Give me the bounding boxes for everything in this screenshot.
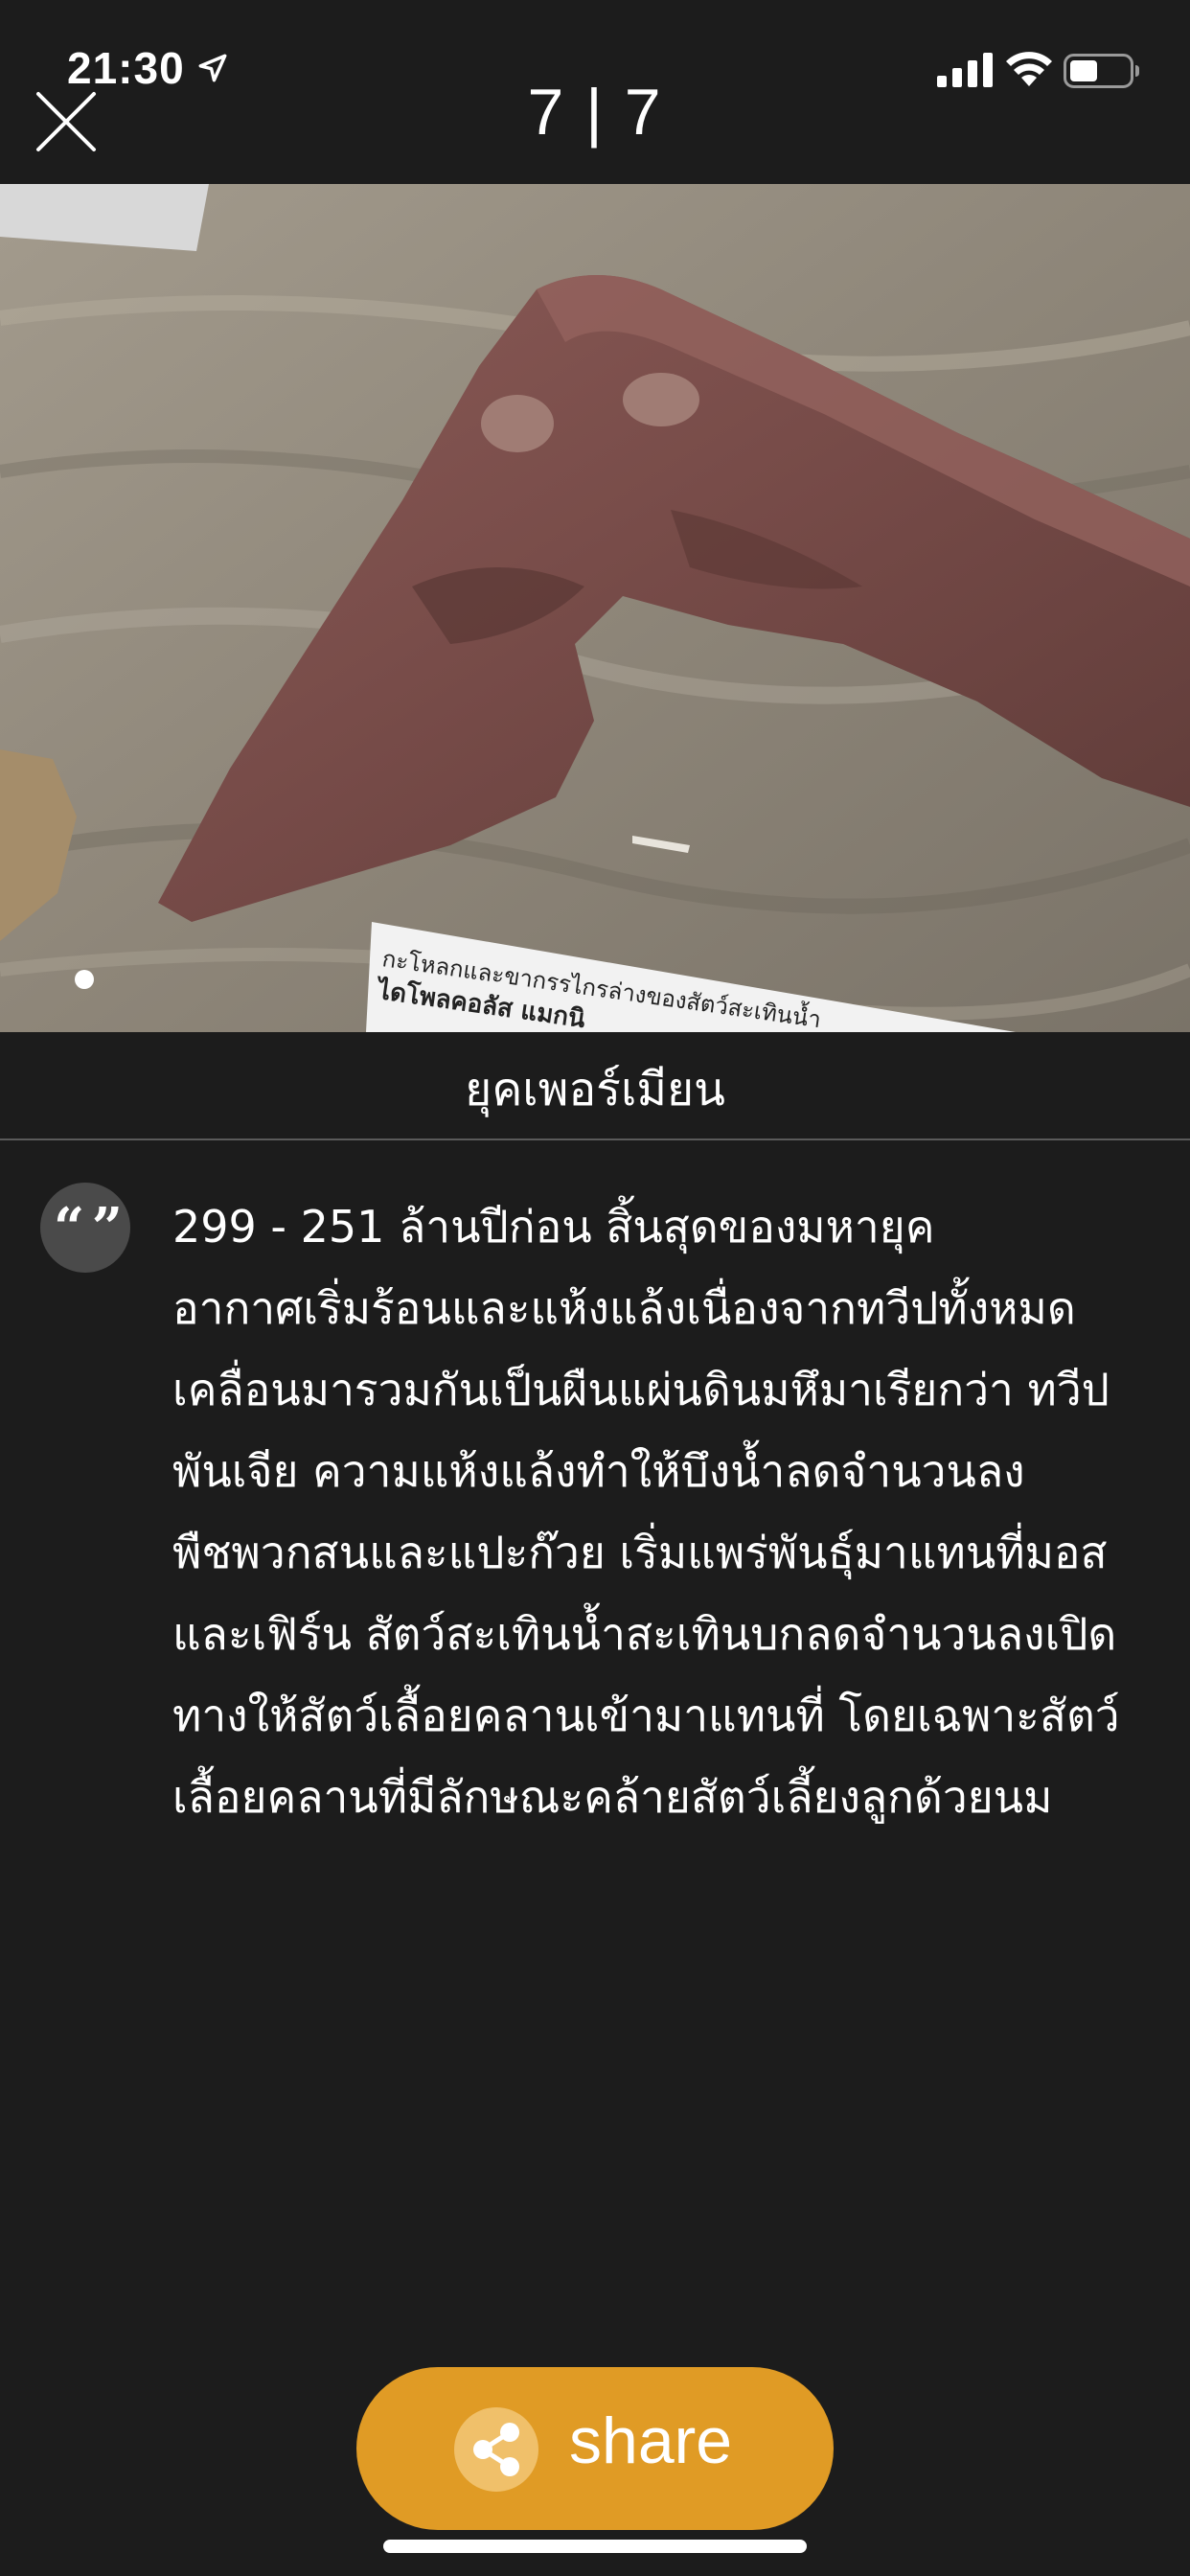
close-button[interactable] (33, 88, 100, 155)
description-line: พันเจีย ความแห้งแล้งทำให้บึงน้ำลดจำนวนลง (172, 1445, 1025, 1497)
fossil-photo[interactable]: กะโหลกและขากรรไกรล่างของสัตว์สะเทินน้ำ ไ… (0, 184, 1190, 1032)
description-line: ทางให้สัตว์เลื้อยคลานเข้ามาแทนที่ โดยเฉพ… (172, 1690, 1120, 1741)
description-line: อากาศเริ่มร้อนและแห้งแล้งเนื่องจากทวีปทั… (172, 1282, 1076, 1334)
era-title: ยุคเพอร์เมียน (465, 1063, 725, 1116)
share-icon (454, 2407, 538, 2492)
era-description: 299 - 251 ล้านปีก่อน สิ้นสุดของมหายุค อา… (172, 1186, 1150, 1838)
share-button[interactable]: share (356, 2367, 834, 2530)
quote-icon: “ ” (40, 1183, 130, 1273)
location-arrow-icon (198, 54, 227, 82)
signal-bars-icon (937, 53, 993, 87)
home-indicator[interactable] (383, 2540, 807, 2553)
description-line: และเฟิร์น สัตว์สะเทินน้ำสะเทินบกลดจำนวนล… (172, 1608, 1117, 1660)
era-header: ยุคเพอร์เมียน (0, 1032, 1190, 1140)
description-line: พืชพวกสนและแปะก๊วย เริ่มแพร่พันธุ์มาแทนท… (172, 1527, 1108, 1578)
fossil-skull-photo: กะโหลกและขากรรไกรล่างของสัตว์สะเทินน้ำ ไ… (0, 184, 1190, 1032)
description-line: 299 - 251 ล้านปีก่อน สิ้นสุดของมหายุค (172, 1201, 935, 1253)
battery-icon (1064, 54, 1139, 88)
carousel-dot[interactable] (75, 970, 94, 989)
description-line: เคลื่อนมารวมกันเป็นผืนแผ่นดินมหึมาเรียกว… (172, 1364, 1110, 1415)
quote-glyph: “ ” (54, 1196, 123, 1259)
description-line: เลื้อยคลานที่มีลักษณะคล้ายสัตว์เลี้ยงลูก… (172, 1771, 1053, 1823)
wifi-icon (1006, 52, 1052, 86)
status-time: 21:30 (67, 43, 185, 93)
share-label: share (569, 2404, 733, 2477)
page-counter: 7 | 7 (527, 76, 663, 149)
